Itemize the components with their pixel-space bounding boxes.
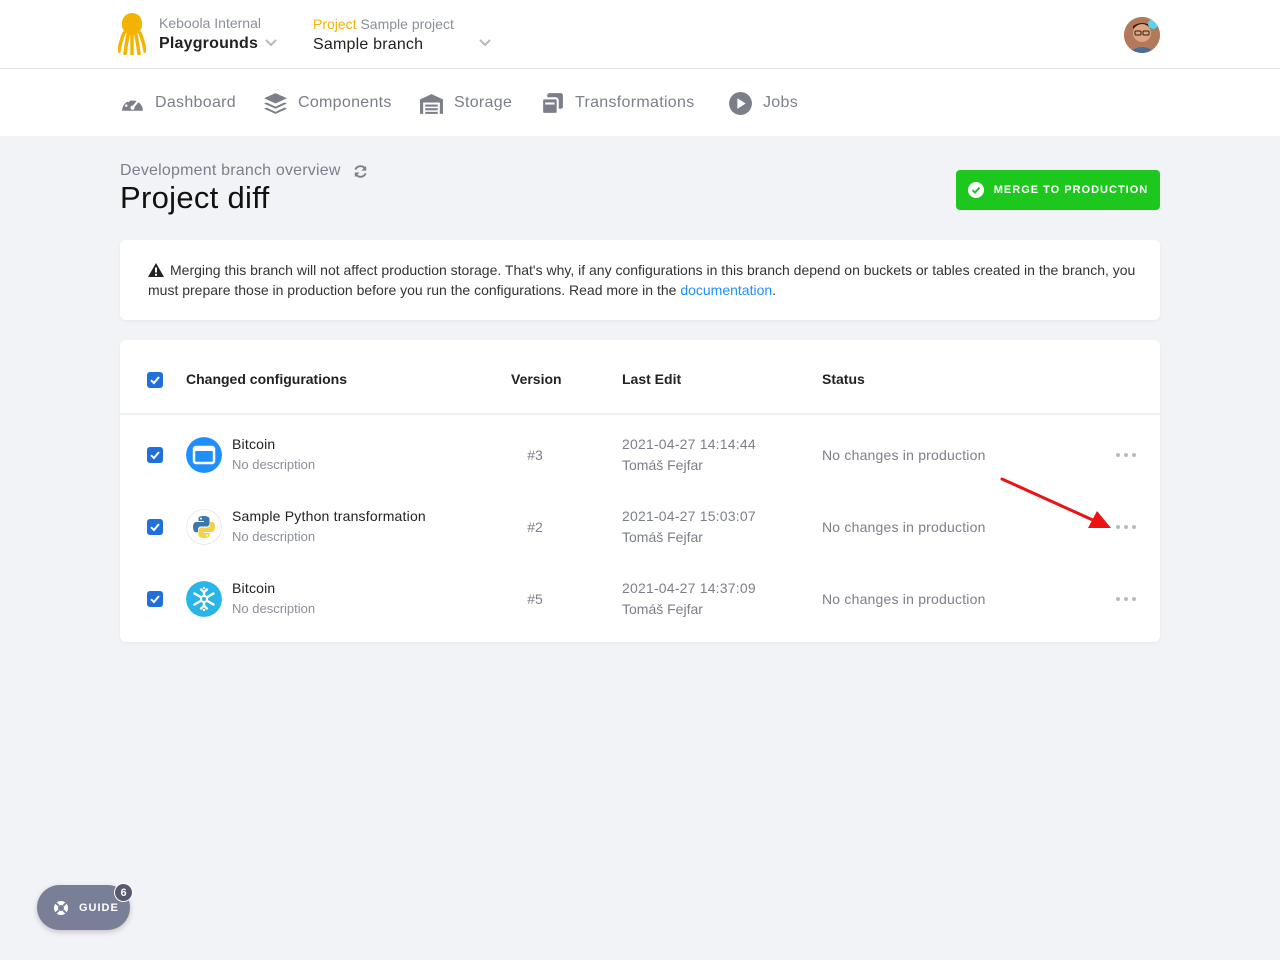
configuration-name[interactable]: Sample Python transformation (232, 508, 426, 524)
project-line: Project Sample project (313, 15, 454, 33)
nav-storage-label: Storage (454, 94, 513, 111)
storage-notice: Merging this branch will not affect prod… (120, 240, 1160, 320)
configuration-version: #5 (527, 591, 543, 607)
user-avatar[interactable] (1124, 17, 1160, 53)
window-icon (186, 437, 222, 473)
nav-transformations-label: Transformations (575, 94, 695, 111)
notice-tail: . (772, 282, 777, 298)
organization-name: Playgrounds (159, 35, 259, 52)
project-name: Sample project (360, 16, 454, 32)
documentation-link[interactable]: documentation (680, 282, 772, 298)
merge-to-production-button[interactable]: MERGE TO PRODUCTION (956, 170, 1160, 210)
page-title: Project diff (120, 180, 270, 215)
table-row[interactable]: Bitcoin No description #5 2021-04-27 14:… (120, 563, 1160, 635)
row-checkbox[interactable] (147, 591, 163, 607)
play-circle-icon (729, 91, 752, 115)
keboola-logo-icon[interactable] (118, 13, 146, 55)
more-actions-icon[interactable] (1114, 591, 1138, 607)
nav-jobs[interactable]: Jobs (728, 91, 798, 115)
configuration-status: No changes in production (822, 519, 986, 535)
check-circle-icon (967, 182, 984, 198)
row-checkbox[interactable] (147, 519, 163, 535)
configuration-description: No description (232, 457, 316, 472)
last-edit-date: 2021-04-27 14:14:44 (622, 436, 756, 452)
annotation-arrow-icon (1000, 477, 1111, 528)
organization-label: Keboola Internal (159, 15, 261, 31)
last-edit-user: Tomáš Fejfar (622, 529, 703, 545)
avatar-image-icon (1124, 17, 1160, 53)
nav-dashboard-label: Dashboard (155, 94, 236, 111)
merge-button-label: MERGE TO PRODUCTION (993, 184, 1149, 196)
notice-body: Merging this branch will not affect prod… (148, 262, 1136, 298)
column-header-version: Version (511, 371, 562, 387)
configuration-status: No changes in production (822, 591, 986, 607)
configuration-version: #3 (527, 447, 543, 463)
configuration-status: No changes in production (822, 447, 986, 463)
layers-icon (264, 92, 287, 114)
last-edit-user: Tomáš Fejfar (622, 457, 703, 473)
nav-components[interactable]: Components (263, 91, 392, 115)
breadcrumb-label: Development branch overview (120, 162, 341, 179)
row-checkbox[interactable] (147, 447, 163, 463)
last-edit-date: 2021-04-27 14:37:09 (622, 580, 756, 596)
check-icon (150, 451, 160, 460)
project-label: Project (313, 16, 357, 32)
check-icon (150, 595, 160, 604)
copy-icon (541, 92, 563, 115)
main-nav: Dashboard Components Storage Transformat… (0, 69, 1280, 136)
configuration-description: No description (232, 601, 316, 616)
nav-jobs-label: Jobs (763, 94, 798, 111)
more-actions-icon[interactable] (1114, 519, 1138, 535)
breadcrumb: Development branch overview (120, 162, 368, 180)
configuration-name[interactable]: Bitcoin (232, 580, 275, 596)
snowflake-icon (186, 581, 222, 617)
column-header-last-edit: Last Edit (622, 371, 682, 387)
notice-text: Merging this branch will not affect prod… (148, 260, 1138, 300)
lifebuoy-icon (54, 900, 68, 915)
nav-transformations[interactable]: Transformations (540, 91, 695, 115)
column-header-name: Changed configurations (186, 371, 347, 387)
top-bar: Keboola Internal Playgrounds Project Sam… (0, 0, 1280, 69)
branch-name: Sample branch (313, 36, 424, 53)
column-header-status: Status (822, 371, 865, 387)
refresh-icon[interactable] (353, 164, 368, 179)
project-switcher[interactable]: Project Sample project Sample branch (313, 15, 454, 56)
chevron-down-icon[interactable] (264, 36, 278, 50)
organization-switcher[interactable]: Keboola Internal Playgrounds (159, 14, 261, 55)
warehouse-icon (420, 93, 443, 114)
check-icon (150, 376, 160, 385)
more-actions-icon[interactable] (1114, 447, 1138, 463)
guide-label: GUIDE (79, 901, 119, 914)
guide-count-badge: 6 (114, 883, 133, 902)
last-edit-user: Tomáš Fejfar (622, 601, 703, 617)
configuration-description: No description (232, 529, 316, 544)
configuration-version: #2 (527, 519, 543, 535)
select-all-checkbox[interactable] (147, 372, 163, 388)
check-icon (150, 523, 160, 532)
nav-storage[interactable]: Storage (419, 91, 512, 115)
nav-dashboard[interactable]: Dashboard (120, 91, 236, 115)
warning-icon (148, 263, 164, 277)
configuration-name[interactable]: Bitcoin (232, 436, 275, 452)
dashboard-icon (122, 97, 143, 111)
python-icon (186, 509, 222, 545)
nav-components-label: Components (298, 94, 392, 111)
table-header: Changed configurations Version Last Edit… (120, 340, 1160, 415)
last-edit-date: 2021-04-27 15:03:07 (622, 508, 756, 524)
chevron-down-icon[interactable] (478, 36, 492, 50)
